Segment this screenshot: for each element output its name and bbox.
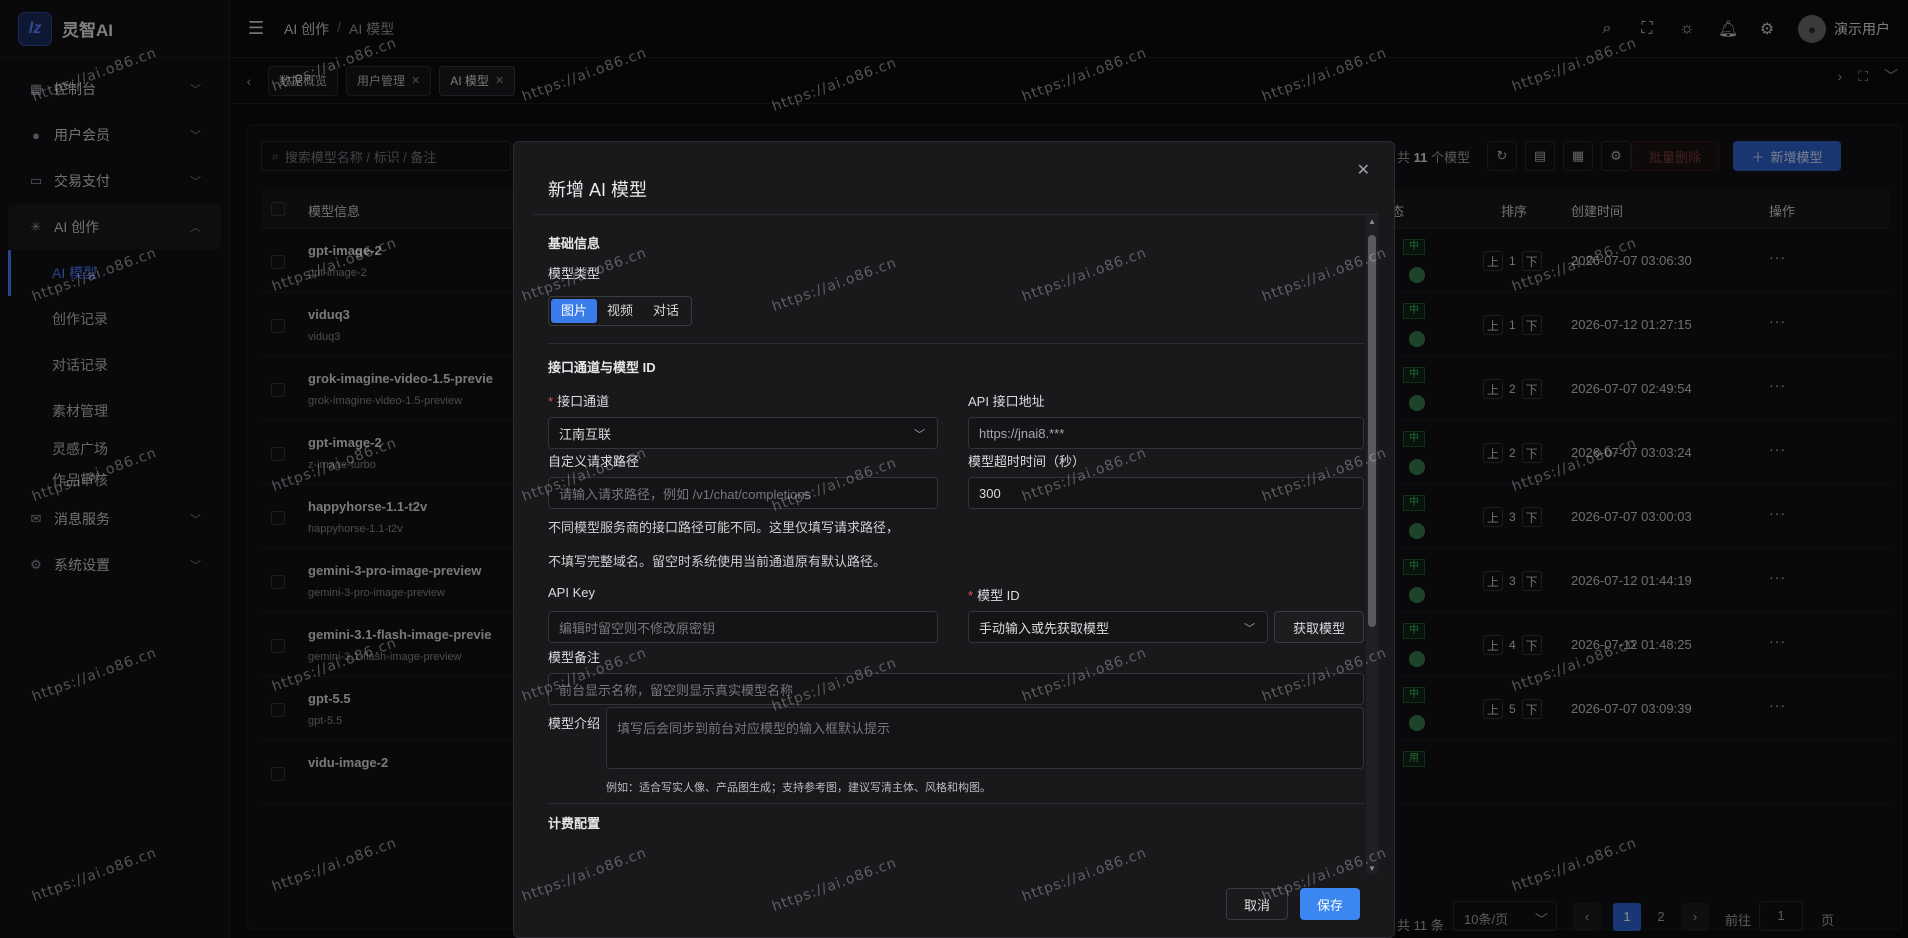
model-id-label-text: 模型 ID xyxy=(977,588,1020,603)
apikey-placeholder: 编辑时留空则不修改原密钥 xyxy=(559,620,716,636)
apikey-label: API Key xyxy=(548,585,595,600)
path-hint-line1: 不同模型服务商的接口路径可能不同。这里仅填写请求路径， xyxy=(548,520,900,535)
channel-label-text: 接口通道 xyxy=(557,394,610,409)
dialog-body[interactable]: 基础信息 模型类型 图片 视频 对话 接口通道与模型 ID * 接口通道 江南互联… xyxy=(532,214,1378,874)
dialog-title: 新增 AI 模型 xyxy=(548,180,648,200)
scroll-up-icon[interactable]: ▲ xyxy=(1368,217,1376,226)
model-id-placeholder: 手动输入或先获取模型 xyxy=(979,620,1110,636)
fetch-models-button[interactable]: 获取模型 xyxy=(1274,611,1364,643)
cancel-button[interactable]: 取消 xyxy=(1226,888,1288,920)
section-billing: 计费配置 xyxy=(548,816,601,831)
required-mark: * xyxy=(548,394,554,409)
api-url-field[interactable]: https://jnai8.*** xyxy=(968,417,1364,449)
scroll-down-icon[interactable]: ▼ xyxy=(1368,864,1376,873)
apikey-field[interactable]: 编辑时留空则不修改原密钥 xyxy=(548,611,938,643)
add-model-dialog: 新增 AI 模型 ✕ 基础信息 模型类型 图片 视频 对话 接口通道与模型 ID… xyxy=(513,141,1395,938)
section-channel: 接口通道与模型 ID xyxy=(548,360,656,375)
timeout-value: 300 xyxy=(979,485,1001,501)
intro-label: 模型介绍 xyxy=(548,716,601,731)
api-url-label: API 接口地址 xyxy=(968,394,1045,409)
model-id-select[interactable]: 手动输入或先获取模型 ﹀ xyxy=(968,611,1268,643)
save-button[interactable]: 保存 xyxy=(1300,888,1360,920)
channel-value: 江南互联 xyxy=(559,426,612,442)
dialog-footer: 取消 保存 xyxy=(514,874,1396,938)
intro-placeholder: 填写后会同步到前台对应模型的输入框默认提示 xyxy=(617,721,891,736)
api-url-value: https://jnai8.*** xyxy=(979,425,1065,441)
channel-label: * 接口通道 xyxy=(548,391,609,410)
timeout-field[interactable]: 300 xyxy=(968,477,1364,509)
note-label: 模型备注 xyxy=(548,650,601,665)
app-root: lz 灵智AI ▦ 控制台 ﹀ ● 用户会员 ﹀ ▭ 交易支付 ﹀ ✳ AI 创… xyxy=(0,0,1908,938)
scrollbar-thumb[interactable] xyxy=(1368,235,1376,627)
path-label: 自定义请求路径 xyxy=(548,454,640,469)
required-mark: * xyxy=(968,588,974,603)
path-hint-line2: 不填写完整域名。留空时系统使用当前通道原有默认路径。 xyxy=(548,554,887,569)
chevron-down-icon: ﹀ xyxy=(1244,623,1255,635)
path-field[interactable]: 请输入请求路径，例如 /v1/chat/completions xyxy=(548,477,938,509)
section-divider xyxy=(548,803,1364,804)
path-placeholder: 请输入请求路径，例如 /v1/chat/completions xyxy=(559,486,812,502)
note-field[interactable]: 前台显示名称，留空则显示真实模型名称 xyxy=(548,673,1364,705)
note-placeholder: 前台显示名称，留空则显示真实模型名称 xyxy=(559,682,794,698)
type-option-video[interactable]: 视频 xyxy=(597,299,643,323)
type-option-image[interactable]: 图片 xyxy=(551,299,598,323)
type-label: 模型类型 xyxy=(548,266,601,281)
model-type-segmented: 图片 视频 对话 xyxy=(548,296,693,326)
timeout-label: 模型超时时间（秒） xyxy=(968,454,1086,469)
chevron-down-icon: ﹀ xyxy=(914,429,925,441)
intro-textarea[interactable]: 填写后会同步到前台对应模型的输入框默认提示 xyxy=(606,707,1364,769)
dialog-scrollbar[interactable]: ▲ ▼ xyxy=(1366,215,1378,874)
channel-select[interactable]: 江南互联 ﹀ xyxy=(548,417,938,449)
model-id-label: * 模型 ID xyxy=(968,585,1020,604)
intro-example: 例如：适合写实人像、产品图生成；支持参考图，建议写清主体、风格和构图。 xyxy=(606,782,991,794)
close-icon[interactable]: ✕ xyxy=(1357,160,1370,180)
type-option-chat[interactable]: 对话 xyxy=(643,299,689,323)
section-divider xyxy=(548,343,1364,344)
section-basic: 基础信息 xyxy=(548,236,601,251)
